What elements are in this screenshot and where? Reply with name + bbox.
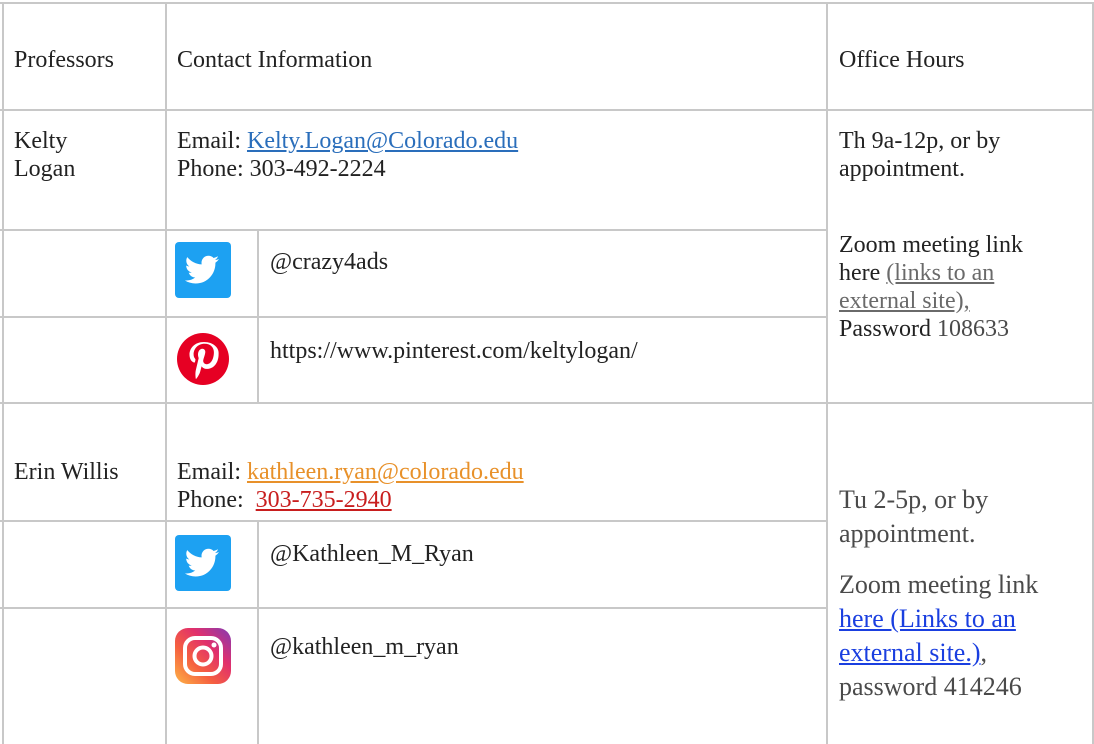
header-professors: Professors [14, 47, 114, 73]
password-line: password 414246 [839, 672, 1022, 701]
office-hours-line1: Th 9a-12p, or by [839, 128, 1001, 154]
zoom-line3: external site.), [839, 637, 987, 668]
zoom-link[interactable]: (links to an [886, 260, 994, 286]
row-divider [0, 316, 826, 318]
col-divider [165, 2, 167, 744]
col-divider [257, 520, 259, 744]
email-line: Email: kathleen.ryan@colorado.edu [177, 458, 524, 486]
zoom-link[interactable]: here (Links to an [839, 604, 1016, 633]
twitter-icon[interactable] [175, 535, 231, 591]
zoom-link-comma: , [980, 638, 988, 667]
professor-name: Erin Willis [14, 459, 119, 485]
zoom-line2: here (links to an [839, 259, 994, 287]
header-office-hours: Office Hours [839, 47, 965, 73]
header-contact-information: Contact Information [177, 47, 373, 73]
instagram-handle: @kathleen_m_ryan [270, 634, 459, 660]
twitter-handle: @crazy4ads [270, 249, 389, 275]
email-label: Email: [177, 128, 247, 154]
zoom-line1: Zoom meeting link [839, 570, 1039, 599]
row-divider [0, 520, 826, 522]
instagram-icon[interactable] [175, 628, 231, 684]
phone-link[interactable]: 303-735-2940 [256, 487, 392, 513]
row-divider [0, 607, 826, 609]
pinterest-url: https://www.pinterest.com/keltylogan/ [270, 338, 638, 364]
contact-table: Professors Contact Information Office Ho… [0, 0, 1094, 744]
email-label: Email: [177, 459, 247, 485]
professor-name-line1: Kelty [14, 128, 68, 154]
col-divider [2, 2, 4, 744]
col-divider [257, 229, 259, 402]
phone-number: 303-492-2224 [249, 156, 386, 182]
phone-label: Phone: [177, 156, 250, 182]
zoom-line1: Zoom meeting link [839, 232, 1023, 258]
password-line: Password 108633 [839, 315, 1009, 343]
phone-line: Phone: 303-492-2224 [177, 155, 386, 183]
office-hours-line1: Tu 2-5p, or by [839, 485, 989, 514]
pinterest-icon[interactable] [175, 331, 231, 387]
password-label: Password [839, 316, 932, 342]
twitter-handle: @Kathleen_M_Ryan [270, 541, 474, 567]
zoom-link-continued[interactable]: external site.) [839, 638, 981, 667]
password-value: 108633 [937, 316, 1010, 342]
email-link[interactable]: Kelty.Logan@Colorado.edu [247, 128, 518, 154]
email-link[interactable]: kathleen.ryan@colorado.edu [247, 459, 524, 485]
col-divider [826, 2, 828, 744]
zoom-line2: here (Links to an [839, 603, 1016, 634]
phone-label: Phone: [177, 487, 256, 513]
phone-line: Phone: 303-735-2940 [177, 486, 392, 514]
zoom-link-continued[interactable]: external site), [839, 288, 970, 314]
professor-name-line2: Logan [14, 156, 76, 182]
office-hours-line2: appointment. [839, 519, 976, 548]
twitter-icon[interactable] [175, 242, 231, 298]
email-line: Email: Kelty.Logan@Colorado.edu [177, 127, 518, 155]
zoom-here-text: here [839, 260, 881, 286]
zoom-line3: external site), [839, 287, 970, 315]
row-divider [0, 229, 826, 231]
office-hours-line2: appointment. [839, 156, 965, 182]
